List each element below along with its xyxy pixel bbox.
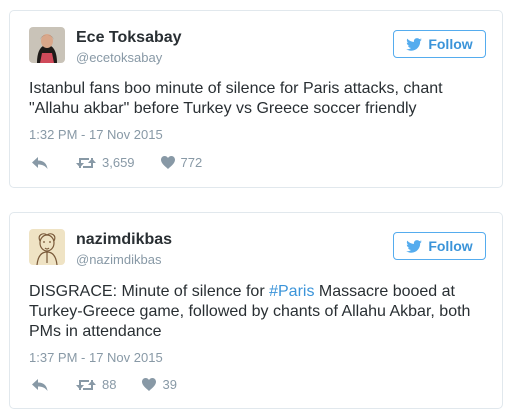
reply-button[interactable] — [32, 156, 48, 170]
timestamp[interactable]: 1:32 PM - 17 Nov 2015 — [29, 127, 163, 142]
follow-label: Follow — [428, 238, 473, 254]
follow-button[interactable]: Follow — [393, 232, 486, 260]
like-count: 772 — [180, 155, 203, 170]
follow-button[interactable]: Follow — [393, 30, 486, 58]
reply-button[interactable] — [32, 378, 48, 392]
like-button[interactable]: 772 — [160, 155, 203, 170]
tweet-text: DISGRACE: Minute of silence for #Paris M… — [29, 282, 484, 342]
display-name[interactable]: nazimdikbas — [76, 231, 172, 249]
tweet-card: Ece Toksabay @ecetoksabay Follow Istanbu… — [9, 10, 503, 188]
like-count: 39 — [162, 377, 177, 392]
heart-icon — [142, 378, 157, 391]
tweet-card: nazimdikbas @nazimdikbas Follow DISGRACE… — [9, 212, 503, 409]
like-button[interactable]: 39 — [142, 377, 177, 392]
avatar[interactable] — [29, 229, 65, 265]
reply-icon — [32, 156, 48, 170]
retweet-button[interactable]: 88 — [76, 377, 116, 392]
hashtag-link[interactable]: #Paris — [269, 283, 314, 300]
twitter-bird-icon — [406, 37, 423, 51]
username[interactable]: @nazimdikbas — [76, 252, 161, 267]
tweet-text-before: DISGRACE: Minute of silence for — [29, 283, 270, 300]
retweet-count: 3,659 — [102, 155, 135, 170]
avatar[interactable] — [29, 27, 65, 63]
twitter-bird-icon — [406, 239, 423, 253]
retweet-icon — [76, 378, 96, 392]
retweet-icon — [76, 156, 96, 170]
username[interactable]: @ecetoksabay — [76, 50, 162, 65]
timestamp[interactable]: 1:37 PM - 17 Nov 2015 — [29, 350, 163, 365]
tweet-text: Istanbul fans boo minute of silence for … — [29, 80, 443, 117]
retweet-count: 88 — [102, 377, 117, 392]
reply-icon — [32, 378, 48, 392]
retweet-button[interactable]: 3,659 — [76, 155, 135, 170]
heart-icon — [160, 156, 175, 169]
follow-label: Follow — [428, 36, 473, 52]
tweet-actions: 88 39 — [32, 377, 177, 392]
tweet-actions: 3,659 772 — [32, 155, 202, 170]
display-name[interactable]: Ece Toksabay — [76, 29, 182, 47]
